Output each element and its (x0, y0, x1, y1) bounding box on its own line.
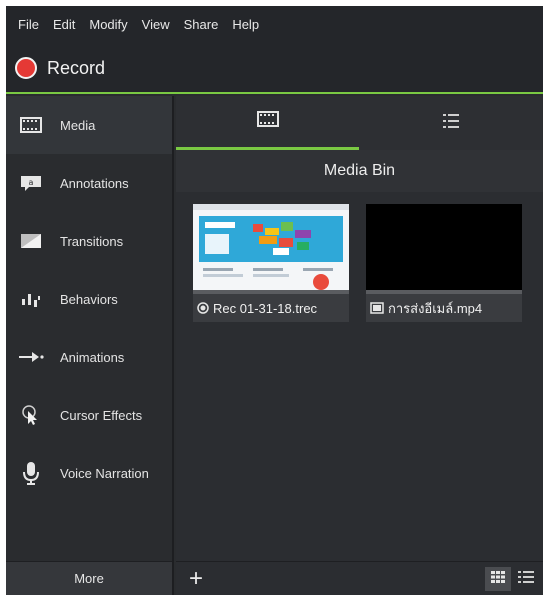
sidebar-item-label: Cursor Effects (60, 407, 143, 423)
media-item-caption: Rec 01-31-18.trec (197, 297, 317, 319)
sidebar-item-cursor-effects[interactable]: Cursor Effects (6, 386, 172, 444)
film-strip-icon (16, 113, 46, 137)
menu-modify[interactable]: Modify (83, 6, 135, 44)
svg-text:a: a (29, 178, 34, 187)
tab-media-bin[interactable] (176, 96, 359, 150)
media-bin-toolbar: + (176, 561, 543, 595)
more-button[interactable]: More (6, 561, 172, 595)
sidebar-item-transitions[interactable]: Transitions (6, 212, 172, 270)
sidebar-item-voice-narration[interactable]: Voice Narration (6, 444, 172, 502)
record-button[interactable]: Record (6, 44, 543, 94)
sidebar-item-label: Media (60, 117, 96, 133)
menu-bar: File Edit Modify View Share Help (6, 6, 543, 44)
transition-icon (16, 229, 46, 253)
menu-help[interactable]: Help (226, 6, 267, 44)
behaviors-icon (16, 287, 46, 311)
camtasia-window: File Edit Modify View Share Help Record … (6, 6, 543, 595)
recording-thumbnail (193, 204, 349, 294)
media-item-video[interactable]: การส่งอีเมล์.mp4 (366, 204, 522, 322)
list-view-button[interactable] (513, 567, 539, 591)
record-label: Record (47, 57, 106, 78)
grid-view-button[interactable] (485, 567, 511, 591)
menu-file[interactable]: File (12, 6, 47, 44)
record-dot-icon (15, 57, 37, 79)
grid-view-icon (490, 570, 506, 589)
sidebar-item-animations[interactable]: Animations (6, 328, 172, 386)
media-item-name: Rec 01-31-18.trec (213, 300, 318, 316)
tab-library[interactable] (359, 96, 542, 150)
sidebar-item-label: Annotations (60, 175, 129, 191)
sidebar-item-behaviors[interactable]: Behaviors (6, 270, 172, 328)
media-panel: Media Bin Rec 01-31-18.trec การส่งอีเมล์… (176, 96, 543, 595)
menu-edit[interactable]: Edit (47, 6, 83, 44)
sidebar-item-label: Behaviors (60, 291, 118, 307)
tools-sidebar: Media a Annotations Transitions Behavior… (6, 96, 174, 595)
sidebar-item-label: Transitions (60, 233, 124, 249)
menu-share[interactable]: Share (178, 6, 227, 44)
sidebar-item-media[interactable]: Media (6, 96, 172, 154)
media-tabs (176, 96, 543, 150)
sidebar-item-label: Voice Narration (60, 465, 149, 481)
cursor-effects-icon (16, 403, 46, 427)
annotation-callout-icon: a (16, 171, 46, 195)
microphone-icon (16, 461, 46, 485)
menu-view[interactable]: View (136, 6, 178, 44)
animation-arrow-icon (16, 345, 46, 369)
sidebar-item-label: Animations (60, 349, 125, 365)
media-item-name: การส่งอีเมล์.mp4 (388, 300, 483, 316)
media-bin-title: Media Bin (176, 150, 543, 192)
film-strip-icon (256, 110, 279, 133)
media-item-caption: การส่งอีเมล์.mp4 (370, 297, 482, 319)
list-icon (441, 112, 461, 135)
list-view-icon (517, 569, 535, 590)
recording-icon (197, 302, 209, 314)
add-media-button[interactable]: + (182, 565, 210, 593)
video-file-icon (370, 302, 384, 314)
sidebar-item-annotations[interactable]: a Annotations (6, 154, 172, 212)
video-thumbnail (366, 204, 522, 294)
media-item-recording[interactable]: Rec 01-31-18.trec (193, 204, 349, 322)
